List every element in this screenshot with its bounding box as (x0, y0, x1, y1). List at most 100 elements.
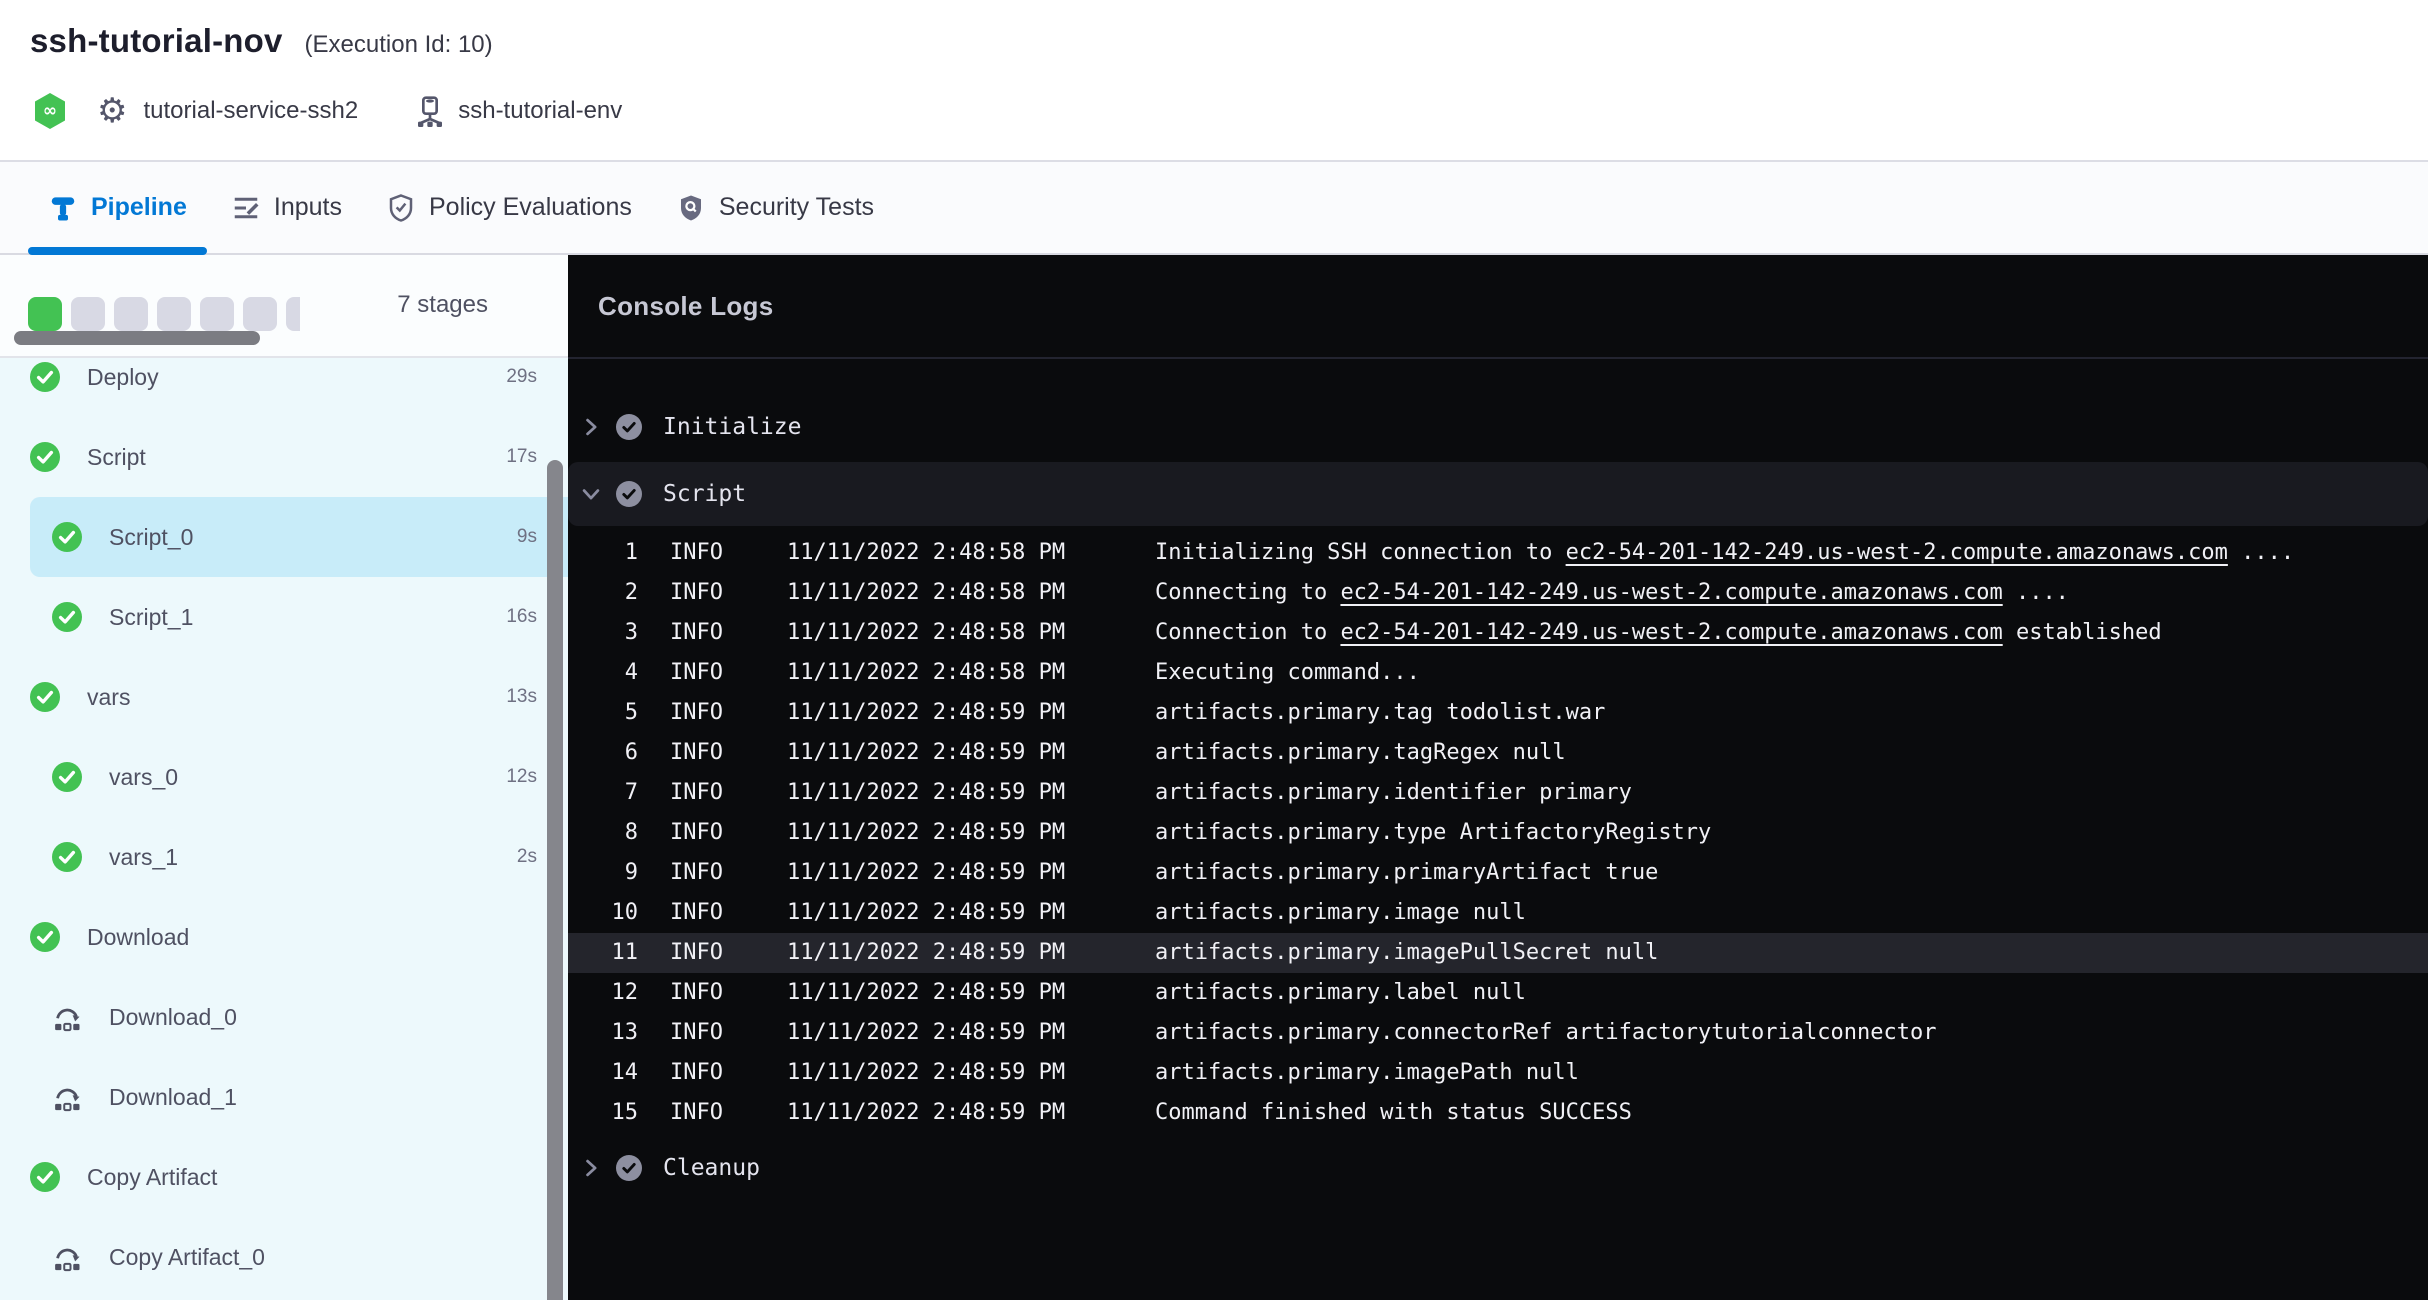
log-text: artifacts.primary.image null (1155, 900, 1526, 925)
stage-label: Download (87, 897, 189, 977)
log-level: INFO (670, 613, 723, 653)
section-label: Cleanup (663, 1155, 760, 1181)
console-panel: Console Logs Initialize Script 1 INFO 11… (568, 255, 2428, 1300)
log-timestamp: 11/11/2022 2:48:59 PM (787, 853, 1065, 893)
tab-security-tests[interactable]: Security Tests (654, 162, 896, 253)
stage-row-copy-artifact[interactable]: Copy Artifact (0, 1137, 568, 1217)
chevron-right-icon[interactable] (580, 483, 602, 505)
stage-row-vars[interactable]: vars 13s (0, 657, 568, 737)
log-text: established (2003, 620, 2162, 645)
chevron-right-icon[interactable] (580, 416, 602, 438)
stage-row-script-0[interactable]: Script_0 9s (30, 497, 568, 577)
stage-row-download[interactable]: Download (0, 897, 568, 977)
log-level: INFO (670, 1013, 723, 1053)
inputs-icon (231, 193, 261, 223)
log-message: artifacts.primary.imagePullSecret null (1155, 933, 2420, 973)
log-row: 4 INFO 11/11/2022 2:48:58 PM Executing c… (568, 653, 2428, 693)
log-timestamp: 11/11/2022 2:48:59 PM (787, 773, 1065, 813)
stage-duration: 9s (517, 497, 537, 577)
stage-label: vars_0 (109, 737, 178, 817)
looping-strategy-icon (52, 1242, 82, 1272)
log-row: 8 INFO 11/11/2022 2:48:59 PM artifacts.p… (568, 813, 2428, 853)
log-message: Initializing SSH connection to ec2-54-20… (1155, 533, 2420, 573)
log-line-number: 11 (568, 933, 638, 973)
environment-icon (414, 95, 446, 127)
stage-label: Script_0 (109, 497, 193, 577)
log-text: artifacts.primary.connectorRef artifacto… (1155, 1020, 1936, 1045)
log-text: artifacts.primary.primaryArtifact true (1155, 860, 1658, 885)
stage-duration: 16s (506, 577, 537, 657)
progress-square-pending (157, 297, 191, 331)
tab-inputs[interactable]: Inputs (209, 162, 364, 253)
environment-name[interactable]: ssh-tutorial-env (458, 97, 622, 125)
title-row: ssh-tutorial-nov (Execution Id: 10) (30, 22, 493, 60)
stage-row-vars-1[interactable]: vars_1 2s (0, 817, 568, 897)
log-host-link[interactable]: ec2-54-201-142-249.us-west-2.compute.ama… (1566, 540, 2228, 565)
log-level: INFO (670, 573, 723, 613)
log-text: artifacts.primary.label null (1155, 980, 1526, 1005)
stage-row-vars-0[interactable]: vars_0 12s (0, 737, 568, 817)
stage-duration: 12s (506, 737, 537, 817)
log-text: artifacts.primary.tag todolist.war (1155, 700, 1605, 725)
log-message: artifacts.primary.primaryArtifact true (1155, 853, 2420, 893)
stage-row-script-1[interactable]: Script_1 16s (0, 577, 568, 657)
progress-square-pending (286, 297, 300, 331)
log-host-link[interactable]: ec2-54-201-142-249.us-west-2.compute.ama… (1340, 620, 2002, 645)
looping-strategy-icon (52, 1082, 82, 1112)
stage-success-icon (52, 522, 82, 552)
log-message: artifacts.primary.tagRegex null (1155, 733, 2420, 773)
progress-square-pending (243, 297, 277, 331)
log-timestamp: 11/11/2022 2:48:59 PM (787, 933, 1065, 973)
tab-pipeline[interactable]: Pipeline (26, 162, 209, 253)
log-line-number: 1 (568, 533, 638, 573)
log-level: INFO (670, 853, 723, 893)
log-row: 9 INFO 11/11/2022 2:48:59 PM artifacts.p… (568, 853, 2428, 893)
execution-meta-row: ∞ ⚙ tutorial-service-ssh2 ssh-tutorial-e… (33, 92, 622, 130)
progress-square-pending (114, 297, 148, 331)
log-message: artifacts.primary.connectorRef artifacto… (1155, 1013, 2420, 1053)
log-section-initialize[interactable]: Initialize (568, 402, 2428, 452)
log-row: 3 INFO 11/11/2022 2:48:58 PM Connection … (568, 613, 2428, 653)
log-timestamp: 11/11/2022 2:48:59 PM (787, 693, 1065, 733)
tab-bar: Pipeline Inputs Policy Evaluations (0, 162, 2428, 255)
log-row: 11 INFO 11/11/2022 2:48:59 PM artifacts.… (568, 933, 2428, 973)
log-line-number: 4 (568, 653, 638, 693)
tab-policy-evaluations[interactable]: Policy Evaluations (364, 162, 654, 253)
stage-label: Download_1 (109, 1057, 237, 1137)
stage-progress-strip (28, 297, 300, 331)
log-text: .... (2003, 580, 2069, 605)
stage-strip-horizontal-scrollbar[interactable] (14, 331, 260, 345)
log-line-number: 13 (568, 1013, 638, 1053)
stage-row-deploy[interactable]: Deploy 29s (0, 358, 568, 417)
stage-row-download-0[interactable]: Download_0 (0, 977, 568, 1057)
log-line-number: 9 (568, 853, 638, 893)
log-line-number: 14 (568, 1053, 638, 1093)
log-timestamp: 11/11/2022 2:48:59 PM (787, 973, 1065, 1013)
log-text: artifacts.primary.type ArtifactoryRegist… (1155, 820, 1711, 845)
log-message: Executing command... (1155, 653, 2420, 693)
stage-success-icon (30, 922, 60, 952)
sidebar-vertical-scrollbar[interactable] (547, 460, 563, 1300)
log-timestamp: 11/11/2022 2:48:58 PM (787, 573, 1065, 613)
log-text: artifacts.primary.imagePath null (1155, 1060, 1579, 1085)
stage-success-icon (30, 682, 60, 712)
log-text: .... (2228, 540, 2294, 565)
log-line-number: 3 (568, 613, 638, 653)
chevron-right-icon[interactable] (580, 1157, 602, 1179)
log-row: 14 INFO 11/11/2022 2:48:59 PM artifacts.… (568, 1053, 2428, 1093)
log-text: Executing command... (1155, 660, 1420, 685)
log-text: artifacts.primary.identifier primary (1155, 780, 1632, 805)
service-name[interactable]: tutorial-service-ssh2 (143, 97, 358, 125)
log-line-number: 5 (568, 693, 638, 733)
log-section-cleanup[interactable]: Cleanup (568, 1143, 2428, 1193)
progress-square-done (28, 297, 62, 331)
log-timestamp: 11/11/2022 2:48:59 PM (787, 893, 1065, 933)
stage-duration: 17s (506, 417, 537, 497)
log-host-link[interactable]: ec2-54-201-142-249.us-west-2.compute.ama… (1340, 580, 2002, 605)
stage-success-icon (30, 362, 60, 392)
stage-row-copy-artifact-0[interactable]: Copy Artifact_0 (0, 1217, 568, 1297)
log-section-script[interactable]: Script (568, 462, 2428, 526)
stage-row-script[interactable]: Script 17s (0, 417, 568, 497)
log-timestamp: 11/11/2022 2:48:59 PM (787, 1053, 1065, 1093)
stage-row-download-1[interactable]: Download_1 (0, 1057, 568, 1137)
